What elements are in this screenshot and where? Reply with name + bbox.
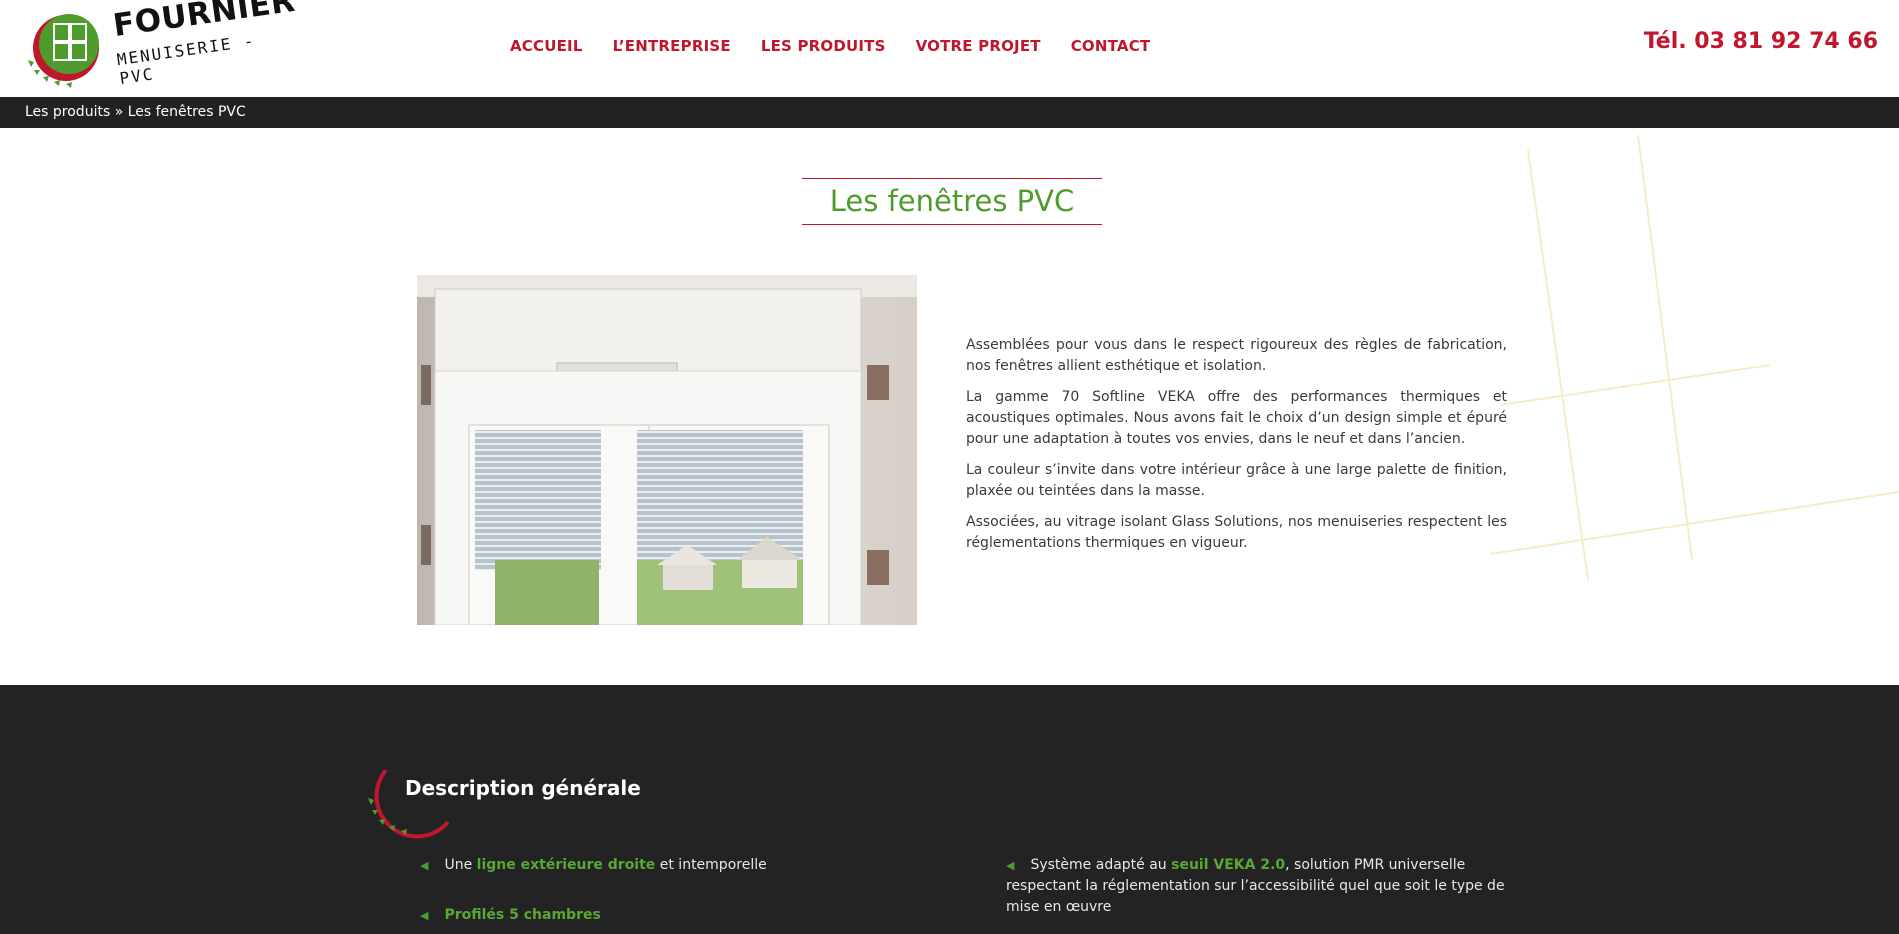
feature-item: ◀ Système adapté au seuil VEKA 2.0, solut…	[1006, 857, 1505, 915]
paragraph-1: Assemblées pour vous dans le respect rig…	[966, 337, 1507, 374]
product-description: Assemblées pour vous dans le respect rig…	[966, 335, 1507, 564]
logo-emblem-icon	[28, 14, 99, 88]
breadcrumb-bar: Les produits » Les fenêtres PVC	[0, 97, 1899, 128]
brand-logo[interactable]: FOURNIER MENUISERIE - PVC	[22, 0, 297, 92]
feature-item: ◀ Une ligne extérieure droite et intempor…	[420, 855, 767, 876]
paragraph-3: La couleur s’invite dans votre intérieur…	[966, 462, 1507, 499]
phone-number[interactable]: Tél. 03 81 92 74 66	[1644, 29, 1878, 54]
paragraph-4: Associées, au vitrage isolant Glass Solu…	[966, 514, 1507, 551]
nav-item-contact[interactable]: CONTACT	[1071, 37, 1151, 55]
nav-item-produits[interactable]: LES PRODUITS	[761, 37, 886, 55]
site-header: FOURNIER MENUISERIE - PVC ACCUEIL L’ENTR…	[0, 0, 1899, 97]
feature-item: ◀ Profilés 5 chambres	[420, 905, 601, 926]
triangle-left-icon: ◀	[420, 859, 429, 872]
window-illustration	[417, 275, 917, 625]
page-title-frame: Les fenêtres PVC	[802, 178, 1102, 225]
product-photo	[417, 275, 917, 625]
decorative-grid-lines	[1489, 134, 1899, 581]
breadcrumb[interactable]: Les produits » Les fenêtres PVC	[25, 104, 246, 120]
nav-item-projet[interactable]: VOTRE PROJET	[916, 37, 1041, 55]
section-title: Description générale	[405, 776, 641, 800]
nav-item-accueil[interactable]: ACCUEIL	[510, 37, 583, 55]
paragraph-2: La gamme 70 Softline VEKA offre des perf…	[966, 389, 1507, 447]
nav-item-entreprise[interactable]: L’ENTREPRISE	[613, 37, 731, 55]
general-description-section	[0, 685, 1899, 934]
triangle-left-icon: ◀	[420, 909, 429, 922]
main-nav: ACCUEIL L’ENTREPRISE LES PRODUITS VOTRE …	[510, 37, 1180, 55]
triangle-left-icon: ◀	[1006, 859, 1015, 872]
page-title: Les fenêtres PVC	[829, 184, 1075, 218]
